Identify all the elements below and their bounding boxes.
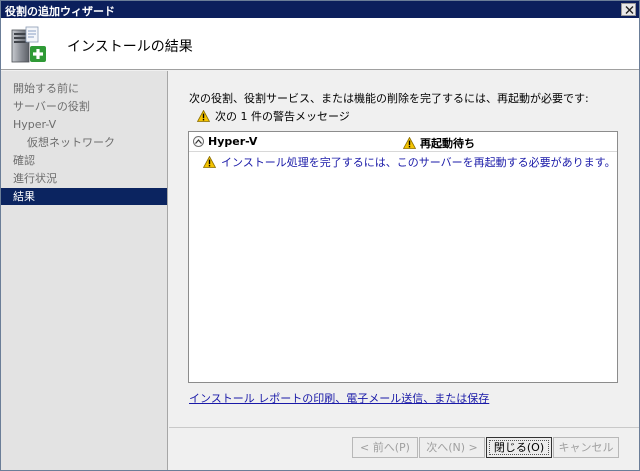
window-title: 役割の追加ウィザード xyxy=(5,5,115,18)
sidebar-item-before-you-begin[interactable]: 開始する前に xyxy=(1,80,167,97)
warning-icon xyxy=(403,137,416,149)
next-button[interactable]: 次へ(N) > xyxy=(419,437,485,458)
wizard-sidebar: 開始する前に サーバーの役割 Hyper-V 仮想ネットワーク 確認 進行状況 … xyxy=(1,71,168,470)
sidebar-item-virtual-network[interactable]: 仮想ネットワーク xyxy=(1,134,167,151)
role-status: 再起動待ち xyxy=(403,135,475,151)
wizard-header: インストールの結果 xyxy=(1,18,639,70)
title-bar: 役割の追加ウィザード xyxy=(1,1,639,18)
server-add-icon xyxy=(11,26,46,63)
warning-icon xyxy=(197,110,210,122)
warning-summary: 次の 1 件の警告メッセージ xyxy=(197,108,350,124)
close-button[interactable]: 閉じる(O) xyxy=(486,437,552,458)
sidebar-item-hyper-v[interactable]: Hyper-V xyxy=(1,116,167,133)
warning-summary-text: 次の 1 件の警告メッセージ xyxy=(215,110,350,123)
role-status-text: 再起動待ち xyxy=(420,137,475,150)
result-detail-text: インストール処理を完了するには、このサーバーを再起動する必要があります。 xyxy=(221,156,616,169)
prev-button[interactable]: < 前へ(P) xyxy=(352,437,418,458)
sidebar-item-server-roles[interactable]: サーバーの役割 xyxy=(1,98,167,115)
page-title: インストールの結果 xyxy=(67,39,193,55)
report-link[interactable]: インストール レポートの印刷、電子メール送信、または保存 xyxy=(189,390,489,406)
result-header-row: Hyper-V 再起動待ち xyxy=(189,132,617,152)
cancel-button[interactable]: キャンセル xyxy=(553,437,619,458)
restart-required-message: 次の役割、役割サービス、または機能の削除を完了するには、再起動が必要です: xyxy=(189,92,589,105)
wizard-window: 役割の追加ウィザード インストールの結果 開始する前に サーバーの役割 Hype… xyxy=(0,0,640,471)
results-panel: Hyper-V 再起動待ち インストール処理を完了するには、このサーバーを再起動… xyxy=(188,131,618,383)
close-icon xyxy=(625,6,634,14)
warning-icon xyxy=(203,156,216,168)
result-detail-row: インストール処理を完了するには、このサーバーを再起動する必要があります。 xyxy=(203,154,616,170)
sidebar-item-results[interactable]: 結果 xyxy=(1,188,167,205)
sidebar-item-progress[interactable]: 進行状況 xyxy=(1,170,167,187)
collapse-button[interactable] xyxy=(193,136,204,147)
role-name: Hyper-V xyxy=(208,135,258,148)
sidebar-item-confirmation[interactable]: 確認 xyxy=(1,152,167,169)
button-separator xyxy=(169,427,639,428)
chevron-up-icon xyxy=(195,139,202,144)
close-window-button[interactable] xyxy=(621,3,636,16)
